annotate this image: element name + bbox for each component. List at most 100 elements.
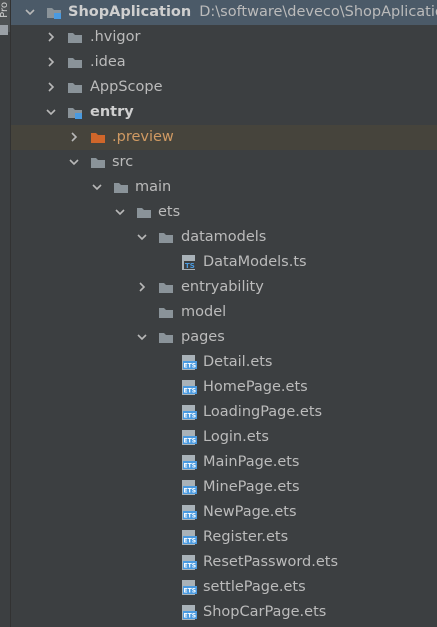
chevron-down-icon[interactable]	[69, 157, 79, 167]
folder-icon	[158, 330, 175, 345]
chevron-down-icon[interactable]	[137, 232, 147, 242]
tree-item-label: Register.ets	[203, 529, 289, 545]
ets-file-icon: ETS	[181, 530, 198, 545]
left-tool-strip: Pro	[0, 0, 11, 627]
tree-item-datamodels[interactable]: datamodels	[11, 225, 437, 250]
tree-item-label: ShopAplication D:\software\deveco\ShopApl…	[68, 0, 437, 25]
tree-item-label: model	[181, 304, 227, 320]
chevron-down-icon[interactable]	[137, 332, 147, 342]
tree-item-page-file[interactable]: ETS HomePage.ets	[11, 375, 437, 400]
ets-file-icon: ETS	[181, 480, 198, 495]
tree-item-pages[interactable]: pages	[11, 325, 437, 350]
project-tool-window: Pro ShopAplication D:\software\deveco\Sho…	[0, 0, 437, 627]
chevron-right-icon[interactable]	[46, 32, 56, 42]
tree-item-label: Detail.ets	[203, 354, 273, 370]
tree-item-label: .preview	[112, 129, 174, 145]
svg-text:ETS: ETS	[184, 413, 197, 420]
ts-file-icon: TS	[181, 255, 198, 270]
folder-icon	[158, 230, 175, 245]
chevron-down-icon[interactable]	[92, 182, 102, 192]
ets-file-icon: ETS	[181, 430, 198, 445]
tree-item-label: NewPage.ets	[203, 504, 297, 520]
chevron-down-icon[interactable]	[25, 7, 35, 17]
tree-item-label: AppScope	[90, 79, 163, 95]
tree-item-main[interactable]: main	[11, 175, 437, 200]
folder-icon	[67, 80, 84, 95]
chevron-down-icon[interactable]	[115, 207, 125, 217]
folder-icon	[67, 55, 84, 70]
tree-item-datamodels-file[interactable]: TS DataModels.ts	[11, 250, 437, 275]
tree-item-label: Login.ets	[203, 429, 269, 445]
tree-item-label: ShopCarPage.ets	[203, 604, 327, 620]
tree-item-page-file[interactable]: ETS Detail.ets	[11, 350, 437, 375]
ets-file-icon: ETS	[181, 405, 198, 420]
ets-file-icon: ETS	[181, 505, 198, 520]
tree-item-page-file[interactable]: ETS settlePage.ets	[11, 575, 437, 600]
folder-icon	[158, 280, 175, 295]
tree-item-label: entry	[90, 104, 134, 120]
tree-item-ets[interactable]: ets	[11, 200, 437, 225]
ets-file-icon: ETS	[181, 580, 198, 595]
svg-text:ETS: ETS	[184, 513, 197, 520]
svg-text:ETS: ETS	[184, 438, 197, 445]
tree-item-idea[interactable]: .idea	[11, 50, 437, 75]
tree-item-label: LoadingPage.ets	[203, 404, 323, 420]
tree-item-page-file[interactable]: ETS NewPage.ets	[11, 500, 437, 525]
tree-item-page-file[interactable]: ETS MinePage.ets	[11, 475, 437, 500]
ets-file-icon: ETS	[181, 380, 198, 395]
tree-item-label: DataModels.ts	[203, 254, 307, 270]
folder-icon	[67, 30, 84, 45]
svg-text:ETS: ETS	[184, 538, 197, 545]
svg-text:ETS: ETS	[184, 563, 197, 570]
tree-item-label: HomePage.ets	[203, 379, 308, 395]
folder-icon	[136, 205, 153, 220]
tree-item-label: ResetPassword.ets	[203, 554, 339, 570]
folder-icon	[158, 305, 175, 320]
project-path: D:\software\deveco\ShopAplication	[199, 4, 437, 20]
tree-item-hvigor[interactable]: .hvigor	[11, 25, 437, 50]
chevron-right-icon[interactable]	[46, 57, 56, 67]
tree-item-page-file[interactable]: ETS Register.ets	[11, 525, 437, 550]
excluded-folder-icon	[90, 130, 107, 145]
folder-icon	[90, 155, 107, 170]
ets-file-icon: ETS	[181, 605, 198, 620]
chevron-right-icon[interactable]	[69, 132, 79, 142]
module-folder-icon	[67, 105, 84, 120]
svg-text:ETS: ETS	[184, 613, 197, 620]
tree-item-label: .hvigor	[90, 29, 141, 45]
tree-item-root[interactable]: ShopAplication D:\software\deveco\ShopApl…	[11, 0, 437, 25]
tree-item-src[interactable]: src	[11, 150, 437, 175]
tree-item-page-file[interactable]: ETS LoadingPage.ets	[11, 400, 437, 425]
tree-item-label: entryability	[181, 279, 264, 295]
folder-icon	[113, 180, 130, 195]
tree-item-label: ets	[158, 204, 181, 220]
tree-item-entryability[interactable]: entryability	[11, 275, 437, 300]
tree-item-model[interactable]: model	[11, 300, 437, 325]
tree-item-entry[interactable]: entry	[11, 100, 437, 125]
tree-item-label: MinePage.ets	[203, 479, 300, 495]
svg-text:ETS: ETS	[184, 488, 197, 495]
chevron-down-icon[interactable]	[46, 107, 56, 117]
tree-item-page-file[interactable]: ETS ShopCarPage.ets	[11, 600, 437, 625]
svg-text:TS: TS	[185, 262, 195, 270]
tree-item-label: .idea	[90, 54, 126, 70]
svg-text:ETS: ETS	[184, 463, 197, 470]
svg-text:ETS: ETS	[184, 388, 197, 395]
tree-item-label: datamodels	[181, 229, 267, 245]
tree-item-appscope[interactable]: AppScope	[11, 75, 437, 100]
chevron-right-icon[interactable]	[46, 82, 56, 92]
tree-item-page-file[interactable]: ETS Login.ets	[11, 425, 437, 450]
tree-item-label: main	[135, 179, 172, 195]
svg-text:ETS: ETS	[184, 588, 197, 595]
tree-item-label: MainPage.ets	[203, 454, 300, 470]
ets-file-icon: ETS	[181, 355, 198, 370]
chevron-right-icon[interactable]	[137, 282, 147, 292]
tree-item-preview[interactable]: .preview	[11, 125, 437, 150]
tree-item-label: pages	[181, 329, 225, 345]
document-icon	[0, 25, 8, 35]
svg-text:ETS: ETS	[184, 363, 197, 370]
tree-item-page-file[interactable]: ETS ResetPassword.ets	[11, 550, 437, 575]
ets-file-icon: ETS	[181, 455, 198, 470]
project-tree: ShopAplication D:\software\deveco\ShopApl…	[11, 0, 437, 625]
tree-item-page-file[interactable]: ETS MainPage.ets	[11, 450, 437, 475]
